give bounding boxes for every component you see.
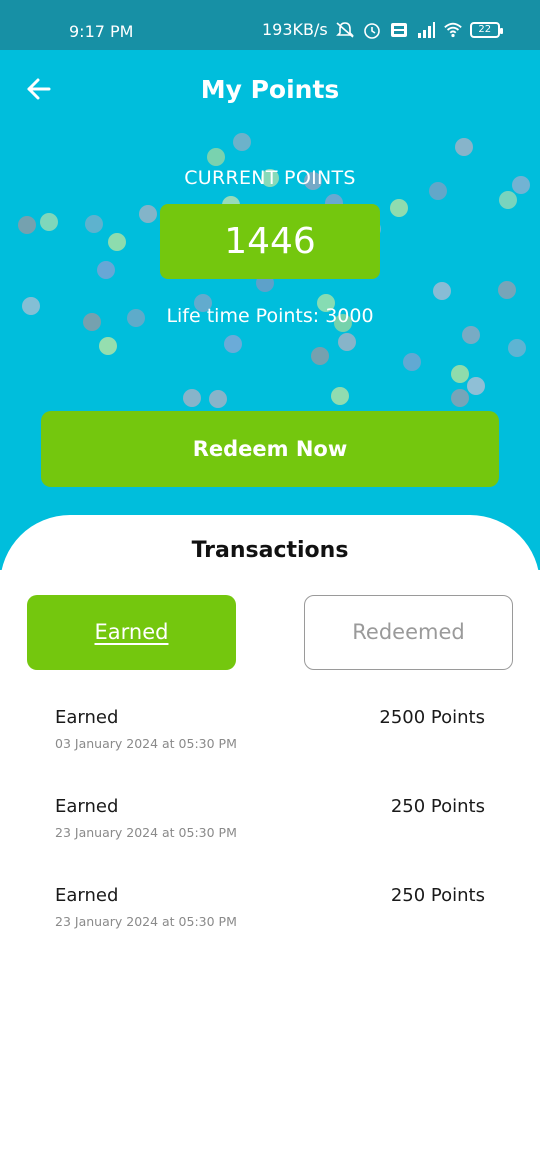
list-item: Earned 03 January 2024 at 05:30 PM 2500 … xyxy=(0,707,540,767)
mute-alarm-icon xyxy=(335,21,354,38)
list-item: Earned 23 January 2024 at 05:30 PM 250 P… xyxy=(0,885,540,945)
tab-redeemed[interactable]: Redeemed xyxy=(304,595,513,670)
current-points-value: 1446 xyxy=(160,204,380,279)
list-item: Earned 23 January 2024 at 05:30 PM 250 P… xyxy=(0,796,540,856)
redeem-now-button[interactable]: Redeem Now xyxy=(41,411,499,487)
transaction-points: 250 Points xyxy=(390,885,485,906)
network-speed: 193KB/s xyxy=(262,20,328,39)
transactions-title: Transactions xyxy=(191,538,349,563)
battery-icon: 22 xyxy=(469,21,503,38)
points-hero: My Points CURRENT POINTS 1446 Life time … xyxy=(0,50,540,570)
tab-earned[interactable]: Earned xyxy=(27,595,236,670)
signal-icon xyxy=(417,21,435,38)
transaction-type: Earned xyxy=(55,796,119,817)
transaction-type: Earned xyxy=(55,707,119,728)
alarm-icon xyxy=(363,22,380,39)
transaction-date: 03 January 2024 at 05:30 PM xyxy=(55,736,237,751)
page-title: My Points xyxy=(200,75,340,104)
status-bar: 9:17 PM 193KB/s 22 xyxy=(0,0,540,50)
lifetime-points-text: Life time Points: 3000 xyxy=(166,305,374,327)
status-time: 9:17 PM xyxy=(69,22,134,41)
status-icons: 193KB/s 22 xyxy=(262,20,503,39)
transactions-sheet: Transactions Earned Redeemed Earned 03 J… xyxy=(0,515,540,1170)
transaction-points: 2500 Points xyxy=(379,707,485,728)
transaction-date: 23 January 2024 at 05:30 PM xyxy=(55,914,237,929)
volte-icon xyxy=(390,22,407,37)
wifi-icon xyxy=(443,22,462,37)
transaction-type: Earned xyxy=(55,885,119,906)
current-points-label: CURRENT POINTS xyxy=(184,167,356,189)
transaction-points: 250 Points xyxy=(390,796,485,817)
transaction-date: 23 January 2024 at 05:30 PM xyxy=(55,825,237,840)
